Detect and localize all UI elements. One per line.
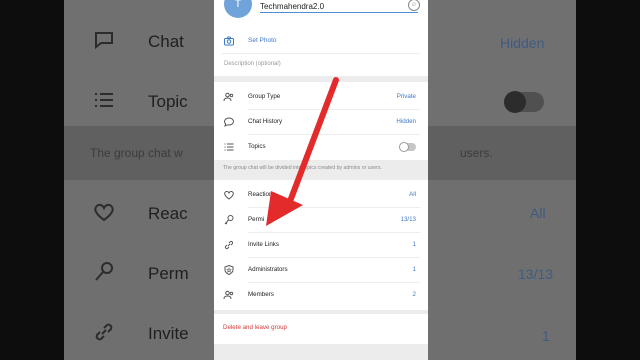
members-value: 2 (412, 291, 416, 298)
invite-links-row[interactable]: Invite Links 1 (214, 232, 428, 257)
chat-history-row[interactable]: Chat History Hidden (214, 109, 428, 134)
invite-links-label: Invite Links (248, 241, 279, 248)
divider (222, 53, 420, 54)
topics-note: The group chat will be divided into topi… (223, 165, 382, 171)
bg-note: The group chat w (90, 146, 183, 160)
bg-row-label: Chat (148, 32, 184, 51)
invite-links-value: 1 (412, 241, 416, 248)
bg-row-label: Invite (148, 324, 189, 343)
camera-icon (222, 34, 236, 48)
topics-row[interactable]: Topics (214, 134, 428, 159)
group-settings-card: Group Type Private Chat History Hidden T… (214, 82, 428, 160)
list-icon (222, 140, 236, 154)
group-settings-screen: T ☺ Set Photo Description (optional) Gro… (214, 0, 428, 360)
letterbox-right (576, 0, 640, 360)
heart-icon (90, 200, 118, 228)
emoji-icon[interactable]: ☺ (408, 0, 420, 11)
link-icon (90, 320, 118, 348)
permissions-label: Permi (248, 216, 265, 223)
bg-row-permissions: Perm (64, 260, 214, 288)
bg-row-topics: Topic (64, 88, 214, 116)
bg-row-chat: Chat (64, 28, 214, 56)
link-icon (222, 238, 236, 252)
bg-topics-toggle (504, 91, 544, 113)
reactions-label: Reactions (248, 191, 276, 198)
key-icon (90, 260, 118, 288)
group-type-value: Private (396, 93, 416, 100)
permissions-value: 13/13 (400, 216, 416, 223)
reactions-value: All (409, 191, 416, 198)
group-name-input[interactable] (260, 0, 418, 13)
bg-row-value: All (530, 205, 546, 221)
bg-row-label: Topic (148, 92, 188, 111)
heart-icon (222, 188, 236, 202)
administrators-row[interactable]: Administrators 1 (214, 257, 428, 282)
bg-note-right: users. (460, 146, 493, 160)
permissions-row[interactable]: Permi 13/13 (214, 207, 428, 232)
reactions-row[interactable]: Reactions All (214, 182, 428, 207)
members-label: Members (248, 291, 274, 298)
set-photo-label: Set Photo (248, 37, 277, 44)
bg-row-value: 1 (542, 328, 550, 344)
group-admin-card: Reactions All Permi 13/13 Invite Links 1… (214, 180, 428, 310)
avatar[interactable]: T (224, 0, 252, 18)
topics-toggle[interactable] (399, 141, 416, 152)
members-row[interactable]: Members 2 (214, 282, 428, 307)
bg-row-label: Reac (148, 204, 188, 223)
people-icon (222, 288, 236, 302)
bg-row-invite: Invite (64, 320, 214, 348)
letterbox-left (0, 0, 64, 360)
delete-and-leave-button[interactable]: Delete and leave group (223, 324, 287, 331)
chat-history-value: Hidden (396, 118, 416, 125)
administrators-label: Administrators (248, 266, 288, 273)
chat-history-label: Chat History (248, 118, 283, 125)
bg-row-value: Hidden (500, 35, 545, 51)
set-photo-button[interactable]: Set Photo (214, 28, 428, 53)
topics-label: Topics (248, 143, 266, 150)
administrators-value: 1 (412, 266, 416, 273)
chat-bubble-icon (222, 115, 236, 129)
bg-row-label: Perm (148, 264, 189, 283)
key-icon (222, 213, 236, 227)
group-type-row[interactable]: Group Type Private (214, 84, 428, 109)
bg-row-value: 13/13 (518, 266, 554, 282)
bg-row-reactions: Reac (64, 200, 214, 228)
people-icon (222, 90, 236, 104)
list-icon (90, 88, 118, 116)
group-info-card: T ☺ Set Photo Description (optional) (214, 0, 428, 76)
shield-icon (222, 263, 236, 277)
description-input[interactable]: Description (optional) (224, 61, 281, 67)
group-type-label: Group Type (248, 93, 281, 100)
chat-bubble-icon (90, 28, 118, 56)
